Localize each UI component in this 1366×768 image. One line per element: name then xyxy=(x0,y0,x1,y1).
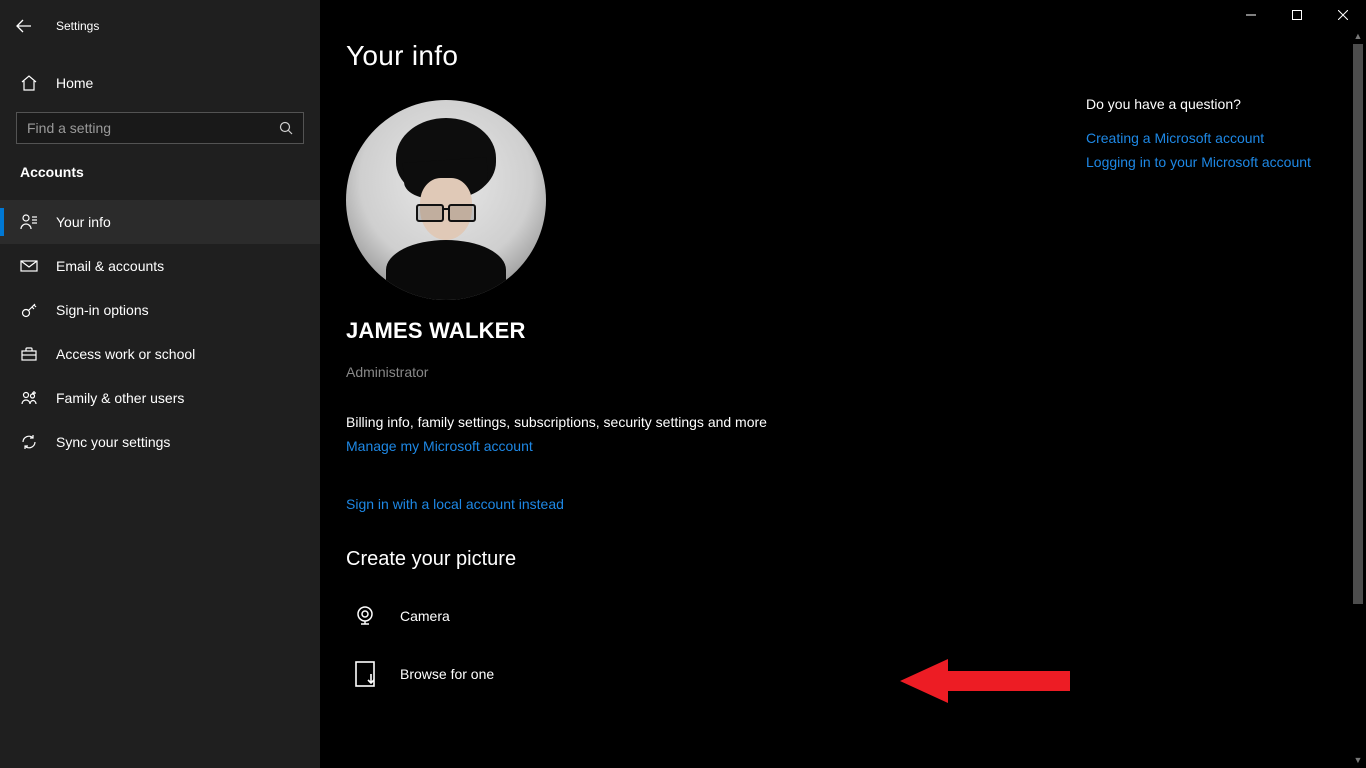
search-box[interactable] xyxy=(16,112,304,144)
home-label: Home xyxy=(56,75,93,91)
camera-icon xyxy=(352,603,378,629)
sidebar-item-email-accounts[interactable]: Email & accounts xyxy=(0,244,320,288)
help-link-login-account[interactable]: Logging in to your Microsoft account xyxy=(1086,154,1336,170)
picture-file-icon xyxy=(352,661,378,687)
sidebar-nav: Your info Email & accounts Sign-in optio… xyxy=(0,200,320,464)
home-button[interactable]: Home xyxy=(0,60,320,106)
settings-window: Settings Home Accounts Your info xyxy=(0,0,1366,768)
picture-option-label: Browse for one xyxy=(400,666,494,682)
sidebar-item-family-users[interactable]: Family & other users xyxy=(0,376,320,420)
content-area: Your info JAMES WALKER Administrator Bil… xyxy=(346,40,1086,768)
sidebar-item-label: Your info xyxy=(56,214,111,230)
section-label: Accounts xyxy=(0,164,320,180)
page-title: Your info xyxy=(346,40,1086,72)
user-role: Administrator xyxy=(346,364,1086,380)
local-account-link[interactable]: Sign in with a local account instead xyxy=(346,496,564,512)
picture-option-label: Camera xyxy=(400,608,450,624)
main-panel: Your info JAMES WALKER Administrator Bil… xyxy=(320,0,1366,768)
maximize-button[interactable] xyxy=(1274,0,1320,30)
titlebar-controls xyxy=(1228,0,1366,30)
sidebar: Settings Home Accounts Your info xyxy=(0,0,320,768)
create-picture-heading: Create your picture xyxy=(346,548,1086,571)
back-arrow-icon[interactable] xyxy=(16,18,32,34)
billing-description: Billing info, family settings, subscript… xyxy=(346,414,1086,430)
sidebar-header: Settings xyxy=(0,8,320,44)
scroll-up-arrow-icon[interactable]: ▲ xyxy=(1350,28,1366,44)
picture-option-browse[interactable]: Browse for one xyxy=(346,655,1086,713)
sidebar-item-label: Sync your settings xyxy=(56,434,170,450)
sidebar-item-label: Access work or school xyxy=(56,346,195,362)
sidebar-item-label: Family & other users xyxy=(56,390,184,406)
people-icon xyxy=(20,389,38,407)
sync-icon xyxy=(20,433,38,451)
manage-account-link[interactable]: Manage my Microsoft account xyxy=(346,438,533,454)
window-title: Settings xyxy=(56,19,99,33)
close-button[interactable] xyxy=(1320,0,1366,30)
sidebar-item-sync-settings[interactable]: Sync your settings xyxy=(0,420,320,464)
key-icon xyxy=(20,301,38,319)
user-name: JAMES WALKER xyxy=(346,318,1086,344)
sidebar-item-label: Sign-in options xyxy=(56,302,149,318)
sidebar-item-your-info[interactable]: Your info xyxy=(0,200,320,244)
scroll-track[interactable] xyxy=(1350,44,1366,752)
help-pane: Do you have a question? Creating a Micro… xyxy=(1086,96,1336,178)
search-container xyxy=(0,112,320,144)
profile-avatar xyxy=(346,100,546,300)
help-title: Do you have a question? xyxy=(1086,96,1336,112)
person-icon xyxy=(20,213,38,231)
mail-icon xyxy=(20,257,38,275)
home-icon xyxy=(20,74,38,92)
help-link-create-account[interactable]: Creating a Microsoft account xyxy=(1086,130,1336,146)
vertical-scrollbar[interactable]: ▲ ▼ xyxy=(1350,28,1366,768)
scroll-thumb[interactable] xyxy=(1353,44,1363,604)
picture-option-camera[interactable]: Camera xyxy=(346,597,1086,655)
search-icon xyxy=(279,121,293,135)
sidebar-item-signin-options[interactable]: Sign-in options xyxy=(0,288,320,332)
scroll-down-arrow-icon[interactable]: ▼ xyxy=(1350,752,1366,768)
minimize-button[interactable] xyxy=(1228,0,1274,30)
search-input[interactable] xyxy=(27,120,279,136)
briefcase-icon xyxy=(20,345,38,363)
sidebar-item-label: Email & accounts xyxy=(56,258,164,274)
sidebar-item-access-work-school[interactable]: Access work or school xyxy=(0,332,320,376)
